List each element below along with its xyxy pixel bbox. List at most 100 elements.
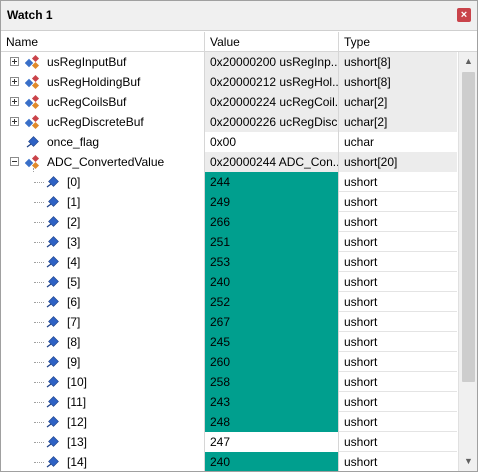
array-element-row[interactable]: [1] 249 ushort: [1, 192, 457, 212]
row-name-cell[interactable]: [1]: [1, 192, 205, 212]
element-value-cell[interactable]: 244: [205, 172, 339, 192]
element-value-cell[interactable]: 251: [205, 232, 339, 252]
row-name-cell[interactable]: ucRegCoilsBuf: [1, 92, 205, 112]
row-type-cell[interactable]: ushort[8]: [339, 72, 457, 92]
array-element-row[interactable]: [10] 258 ushort: [1, 372, 457, 392]
array-element-row[interactable]: [12] 248 ushort: [1, 412, 457, 432]
row-type-cell[interactable]: uchar[2]: [339, 92, 457, 112]
array-element-row[interactable]: [4] 253 ushort: [1, 252, 457, 272]
array-element-row[interactable]: [13] 247 ushort: [1, 432, 457, 452]
element-value-cell[interactable]: 267: [205, 312, 339, 332]
row-value-cell[interactable]: 0x20000244 ADC_Con...: [205, 152, 339, 172]
watch-row[interactable]: ucRegDiscreteBuf 0x20000226 ucRegDisc... u…: [1, 112, 457, 132]
expand-plus-icon[interactable]: [10, 97, 19, 106]
element-value-cell[interactable]: 248: [205, 412, 339, 432]
row-value-cell[interactable]: 0x20000212 usRegHol...: [205, 72, 339, 92]
watch-row[interactable]: usRegInputBuf 0x20000200 usRegInp... ushor…: [1, 52, 457, 72]
row-name-cell[interactable]: [7]: [1, 312, 205, 332]
expand-plus-icon[interactable]: [10, 77, 19, 86]
row-value-cell[interactable]: 0x20000224 ucRegCoil...: [205, 92, 339, 112]
element-type-cell[interactable]: ushort: [339, 232, 457, 252]
element-type-cell[interactable]: ushort: [339, 312, 457, 332]
vertical-scrollbar[interactable]: ▲ ▼: [458, 52, 477, 471]
row-name-cell[interactable]: [0]: [1, 172, 205, 192]
array-element-row[interactable]: [7] 267 ushort: [1, 312, 457, 332]
row-name-cell[interactable]: ADC_ConvertedValue: [1, 152, 205, 172]
scroll-up-arrow-icon[interactable]: ▲: [461, 54, 476, 69]
element-index-label: [8]: [67, 335, 81, 349]
element-value-cell[interactable]: 240: [205, 452, 339, 471]
row-name-cell[interactable]: [4]: [1, 252, 205, 272]
row-name-cell[interactable]: usRegInputBuf: [1, 52, 205, 72]
element-type-cell[interactable]: ushort: [339, 192, 457, 212]
element-value-cell[interactable]: 252: [205, 292, 339, 312]
element-value-cell[interactable]: 253: [205, 252, 339, 272]
element-value-cell[interactable]: 247: [205, 432, 339, 452]
array-element-row[interactable]: [5] 240 ushort: [1, 272, 457, 292]
row-name-cell[interactable]: [6]: [1, 292, 205, 312]
element-type-cell[interactable]: ushort: [339, 252, 457, 272]
column-header-type[interactable]: Type: [339, 32, 457, 52]
watch-row[interactable]: ucRegCoilsBuf 0x20000224 ucRegCoil... ucha…: [1, 92, 457, 112]
array-element-row[interactable]: [3] 251 ushort: [1, 232, 457, 252]
row-value-cell[interactable]: 0x20000226 ucRegDisc...: [205, 112, 339, 132]
element-type-cell[interactable]: ushort: [339, 352, 457, 372]
row-name-cell[interactable]: [10]: [1, 372, 205, 392]
array-element-row[interactable]: [2] 266 ushort: [1, 212, 457, 232]
row-type-cell[interactable]: uchar: [339, 132, 457, 152]
row-name-cell[interactable]: [8]: [1, 332, 205, 352]
element-type-cell[interactable]: ushort: [339, 452, 457, 471]
row-type-cell[interactable]: ushort[20]: [339, 152, 457, 172]
element-type-cell[interactable]: ushort: [339, 332, 457, 352]
row-name-cell[interactable]: [14]: [1, 452, 205, 471]
row-name-cell[interactable]: once_flag: [1, 132, 205, 152]
column-header-name[interactable]: Name: [1, 32, 205, 52]
element-type-cell[interactable]: ushort: [339, 432, 457, 452]
expand-plus-icon[interactable]: [10, 117, 19, 126]
element-value-cell[interactable]: 240: [205, 272, 339, 292]
element-value-cell[interactable]: 243: [205, 392, 339, 412]
element-type-cell[interactable]: ushort: [339, 172, 457, 192]
row-name-cell[interactable]: [9]: [1, 352, 205, 372]
element-type-cell[interactable]: ushort: [339, 212, 457, 232]
row-value-cell[interactable]: 0x00: [205, 132, 339, 152]
watch-rows: usRegInputBuf 0x20000200 usRegInp... ushor…: [1, 52, 457, 471]
row-name-cell[interactable]: [11]: [1, 392, 205, 412]
watch-row[interactable]: ADC_ConvertedValue 0x20000244 ADC_Con... u…: [1, 152, 457, 172]
expand-plus-icon[interactable]: [10, 57, 19, 66]
scroll-down-arrow-icon[interactable]: ▼: [461, 454, 476, 469]
watch-row[interactable]: once_flag 0x00 uchar: [1, 132, 457, 152]
column-header-value[interactable]: Value: [205, 32, 339, 52]
element-type-cell[interactable]: ushort: [339, 412, 457, 432]
row-name-cell[interactable]: [12]: [1, 412, 205, 432]
array-element-row[interactable]: [8] 245 ushort: [1, 332, 457, 352]
element-type-cell[interactable]: ushort: [339, 372, 457, 392]
array-element-row[interactable]: [11] 243 ushort: [1, 392, 457, 412]
row-name-cell[interactable]: [3]: [1, 232, 205, 252]
close-button[interactable]: ×: [457, 8, 471, 22]
watch-row[interactable]: usRegHoldingBuf 0x20000212 usRegHol... ush…: [1, 72, 457, 92]
element-value-cell[interactable]: 258: [205, 372, 339, 392]
row-name-cell[interactable]: [5]: [1, 272, 205, 292]
array-element-row[interactable]: [6] 252 ushort: [1, 292, 457, 312]
array-element-row[interactable]: [14] 240 ushort: [1, 452, 457, 471]
element-type-cell[interactable]: ushort: [339, 292, 457, 312]
array-element-row[interactable]: [0] 244 ushort: [1, 172, 457, 192]
array-element-row[interactable]: [9] 260 ushort: [1, 352, 457, 372]
element-value-cell[interactable]: 266: [205, 212, 339, 232]
element-type-cell[interactable]: ushort: [339, 392, 457, 412]
row-name-cell[interactable]: [2]: [1, 212, 205, 232]
row-name-cell[interactable]: [13]: [1, 432, 205, 452]
row-type-cell[interactable]: ushort[8]: [339, 52, 457, 72]
row-type-cell[interactable]: uchar[2]: [339, 112, 457, 132]
element-value-cell[interactable]: 245: [205, 332, 339, 352]
row-name-cell[interactable]: usRegHoldingBuf: [1, 72, 205, 92]
row-name-cell[interactable]: ucRegDiscreteBuf: [1, 112, 205, 132]
element-value-cell[interactable]: 260: [205, 352, 339, 372]
element-value-cell[interactable]: 249: [205, 192, 339, 212]
row-value-cell[interactable]: 0x20000200 usRegInp...: [205, 52, 339, 72]
collapse-minus-icon[interactable]: [10, 157, 19, 166]
tree-branch-line: [34, 442, 44, 443]
element-type-cell[interactable]: ushort: [339, 272, 457, 292]
scroll-thumb[interactable]: [462, 72, 475, 382]
